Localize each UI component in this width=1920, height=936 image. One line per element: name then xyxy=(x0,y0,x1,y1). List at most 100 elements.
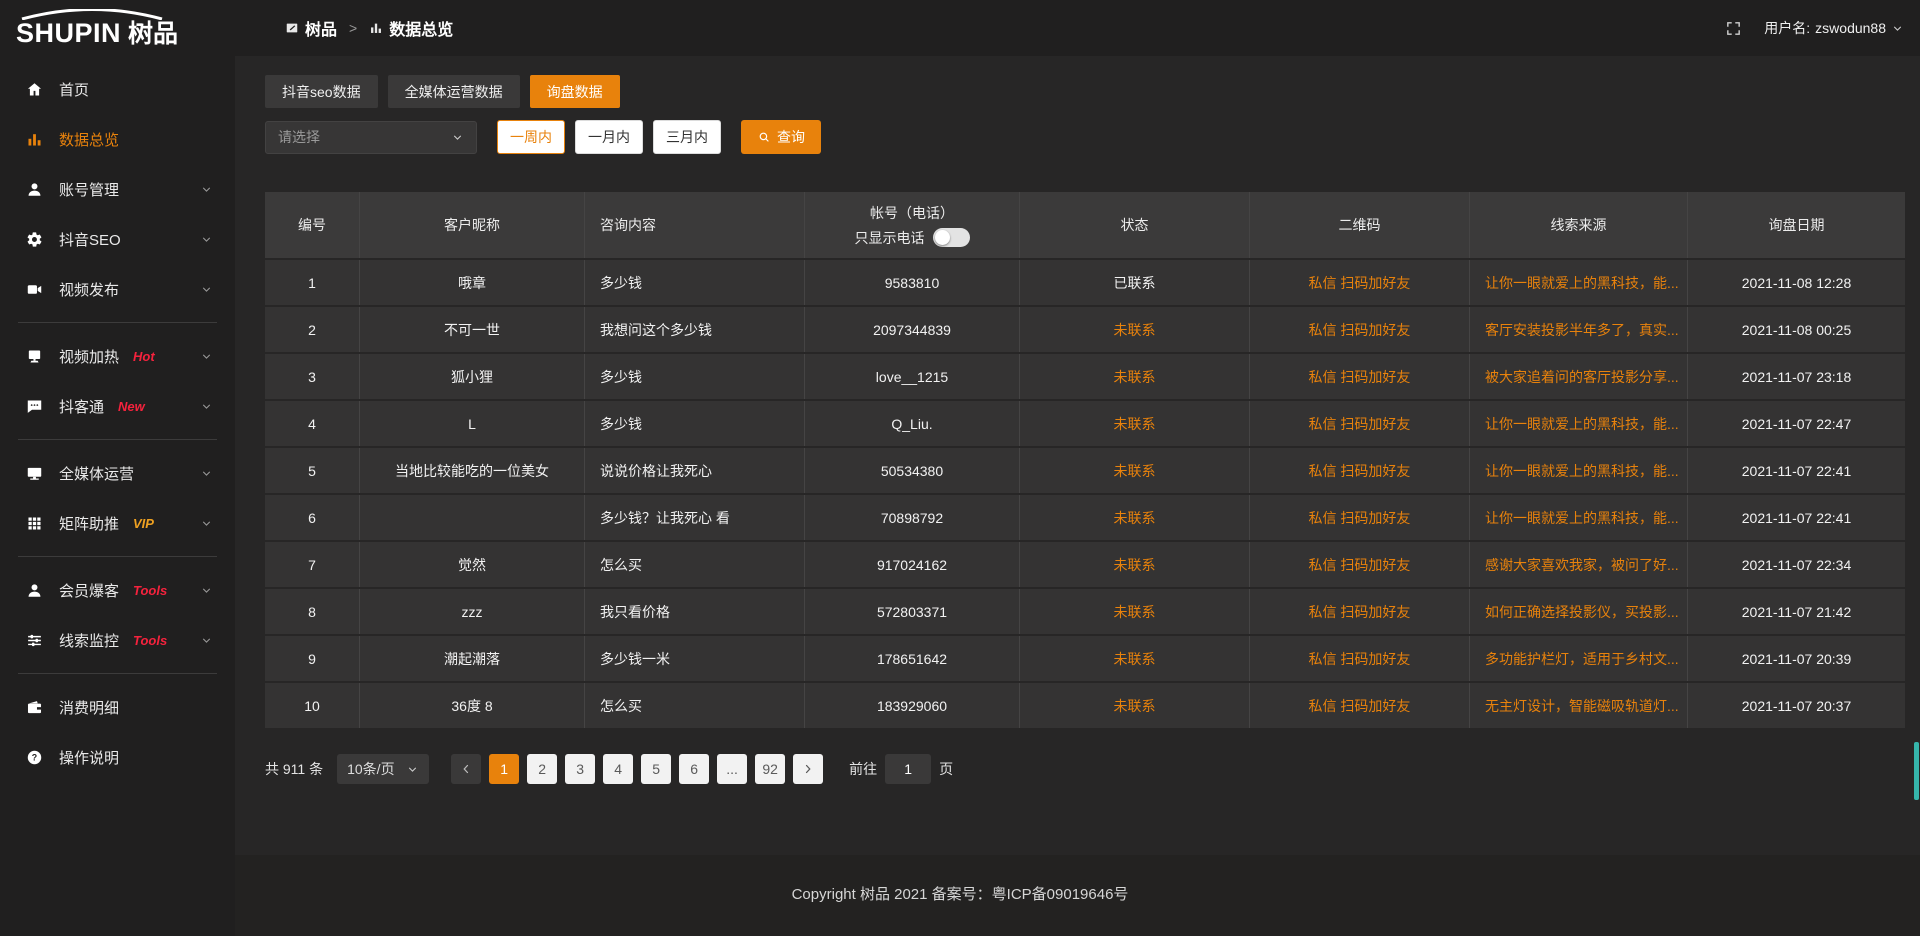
copyright-text: Copyright 树品 2021 备案号：粤ICP备09019646号 xyxy=(792,883,1129,936)
source-link[interactable]: 让你一眼就爱上的黑科技，能... xyxy=(1485,273,1679,293)
sidebar-item-consumption-detail[interactable]: 消费明细 xyxy=(0,682,235,732)
tab-media-operation-data[interactable]: 全媒体运营数据 xyxy=(388,75,520,108)
sidebar-item-douyin-seo[interactable]: 抖音SEO xyxy=(0,214,235,264)
sidebar-item-label: 视频发布 xyxy=(59,279,119,300)
page-size-select[interactable]: 10条/页 xyxy=(337,754,429,784)
page-button-4[interactable]: 4 xyxy=(603,754,633,784)
cell-id: 3 xyxy=(265,354,360,399)
username-value: zswodun88 xyxy=(1815,20,1886,36)
sidebar-divider xyxy=(18,673,217,674)
source-link[interactable]: 感谢大家喜欢我家，被问了好... xyxy=(1485,555,1679,575)
sidebar-item-data-overview[interactable]: 数据总览 xyxy=(0,114,235,164)
cell-qr: 私信 扫码加好友 xyxy=(1250,307,1470,352)
next-page-button[interactable] xyxy=(793,754,823,784)
qr-actions-link[interactable]: 私信 扫码加好友 xyxy=(1309,367,1411,387)
prev-page-button[interactable] xyxy=(451,754,481,784)
cell-source: 多功能护栏灯，适用于乡村文... xyxy=(1470,636,1688,681)
sidebar-item-label: 抖音SEO xyxy=(59,229,121,250)
cell-id: 10 xyxy=(265,683,360,728)
source-link[interactable]: 无主灯设计，智能磁吸轨道灯... xyxy=(1485,696,1679,716)
toggle-knob xyxy=(935,230,950,245)
cell-date: 2021-11-07 22:47 xyxy=(1688,401,1905,446)
qr-actions-link[interactable]: 私信 扫码加好友 xyxy=(1309,508,1411,528)
filter-select[interactable]: 请选择 xyxy=(265,121,477,154)
cell-status: 未联系 xyxy=(1020,542,1250,587)
page-buttons: 123456... 92 xyxy=(489,754,785,784)
page-button-6[interactable]: 6 xyxy=(679,754,709,784)
status-badge: 未联系 xyxy=(1114,555,1156,575)
cell-qr: 私信 扫码加好友 xyxy=(1250,589,1470,634)
sidebar-item-member-burst[interactable]: 会员爆客Tools xyxy=(0,565,235,615)
sidebar-item-matrix-boost[interactable]: 矩阵助推VIP xyxy=(0,498,235,548)
fullscreen-icon[interactable] xyxy=(1725,20,1742,37)
source-link[interactable]: 客厅安装投影半年多了，真实... xyxy=(1485,320,1679,340)
range-button-quarter[interactable]: 三月内 xyxy=(653,120,721,154)
table-row: 1哦章多少钱9583810已联系私信 扫码加好友让你一眼就爱上的黑科技，能...… xyxy=(265,258,1905,305)
sidebar-item-badge: New xyxy=(118,399,145,414)
qr-actions-link[interactable]: 私信 扫码加好友 xyxy=(1309,602,1411,622)
cell-account: 9583810 xyxy=(805,260,1020,305)
sidebar-menu: 首页数据总览账号管理抖音SEO 视频发布视频加热Hot抖客通New 全媒体运营矩阵助… xyxy=(0,56,235,782)
user-icon xyxy=(26,582,44,599)
sidebar-item-media-operation[interactable]: 全媒体运营 xyxy=(0,448,235,498)
qr-actions-link[interactable]: 私信 扫码加好友 xyxy=(1309,320,1411,340)
source-link[interactable]: 让你一眼就爱上的黑科技，能... xyxy=(1485,461,1679,481)
range-button-week[interactable]: 一周内 xyxy=(497,120,565,154)
sidebar-item-lead-monitor[interactable]: 线索监控Tools xyxy=(0,615,235,665)
chevron-down-icon xyxy=(200,467,213,480)
user-icon xyxy=(26,181,44,198)
page-button-5[interactable]: 5 xyxy=(641,754,671,784)
user-menu[interactable]: 用户名: zswodun88 xyxy=(1764,18,1904,38)
breadcrumb-item-home[interactable]: 树品 xyxy=(285,16,337,40)
tab-douyin-seo-data[interactable]: 抖音seo数据 xyxy=(265,75,378,108)
breadcrumb-item-current[interactable]: 数据总览 xyxy=(369,16,453,40)
cell-account: 50534380 xyxy=(805,448,1020,493)
range-button-month[interactable]: 一月内 xyxy=(575,120,643,154)
sidebar-item-home[interactable]: 首页 xyxy=(0,64,235,114)
breadcrumb-separator: > xyxy=(349,20,357,36)
qr-actions-link[interactable]: 私信 扫码加好友 xyxy=(1309,414,1411,434)
qr-actions-link[interactable]: 私信 扫码加好友 xyxy=(1309,461,1411,481)
source-link[interactable]: 让你一眼就爱上的黑科技，能... xyxy=(1485,508,1679,528)
cell-account: 917024162 xyxy=(805,542,1020,587)
goto-page-input[interactable] xyxy=(885,754,931,784)
sidebar-item-video-heating[interactable]: 视频加热Hot xyxy=(0,331,235,381)
phone-only-label: 只显示电话 xyxy=(855,228,925,248)
qr-actions-link[interactable]: 私信 扫码加好友 xyxy=(1309,555,1411,575)
sidebar-item-video-publish[interactable]: 视频发布 xyxy=(0,264,235,314)
sidebar-item-label: 数据总览 xyxy=(59,129,119,150)
tab-inquiry-data[interactable]: 询盘数据 xyxy=(530,75,620,108)
qr-actions-link[interactable]: 私信 扫码加好友 xyxy=(1309,696,1411,716)
table-body: 1哦章多少钱9583810已联系私信 扫码加好友让你一眼就爱上的黑科技，能...… xyxy=(265,258,1905,728)
sidebar-item-douketong[interactable]: 抖客通New xyxy=(0,381,235,431)
page-button-3[interactable]: 3 xyxy=(565,754,595,784)
source-link[interactable]: 被大家追着问的客厅投影分享... xyxy=(1485,367,1679,387)
source-link[interactable]: 多功能护栏灯，适用于乡村文... xyxy=(1485,649,1679,669)
phone-only-toggle[interactable] xyxy=(933,228,970,247)
source-link[interactable]: 如何正确选择投影仪，买投影... xyxy=(1485,602,1679,622)
sidebar-item-label: 消费明细 xyxy=(59,697,119,718)
cell-nickname: 狐小狸 xyxy=(360,354,585,399)
page-button-92[interactable]: 92 xyxy=(755,754,785,784)
page-ellipsis-button[interactable]: ... xyxy=(717,754,747,784)
page-button-2[interactable]: 2 xyxy=(527,754,557,784)
status-badge: 未联系 xyxy=(1114,414,1156,434)
sidebar-item-operation-guide[interactable]: ?操作说明 xyxy=(0,732,235,782)
status-badge: 未联系 xyxy=(1114,461,1156,481)
scrollbar-thumb[interactable] xyxy=(1914,742,1919,800)
table-row: 6多少钱？让我死心 看70898792未联系私信 扫码加好友让你一眼就爱上的黑科… xyxy=(265,493,1905,540)
table-row: 2不可一世我想问这个多少钱2097344839未联系私信 扫码加好友客厅安装投影… xyxy=(265,305,1905,352)
search-button[interactable]: 查询 xyxy=(741,120,821,154)
source-link[interactable]: 让你一眼就爱上的黑科技，能... xyxy=(1485,414,1679,434)
qr-actions-link[interactable]: 私信 扫码加好友 xyxy=(1309,273,1411,293)
column-header-3: 帐号（电话）只显示电话 xyxy=(805,192,1020,258)
cell-nickname: 当地比较能吃的一位美女 xyxy=(360,448,585,493)
qr-actions-link[interactable]: 私信 扫码加好友 xyxy=(1309,649,1411,669)
sidebar-item-account-management[interactable]: 账号管理 xyxy=(0,164,235,214)
chevron-down-icon xyxy=(200,350,213,363)
cell-qr: 私信 扫码加好友 xyxy=(1250,683,1470,728)
page-button-1[interactable]: 1 xyxy=(489,754,519,784)
logo: SHUPIN 树品 xyxy=(0,0,235,56)
cell-source: 让你一眼就爱上的黑科技，能... xyxy=(1470,260,1688,305)
cell-content: 多少钱 xyxy=(585,354,805,399)
